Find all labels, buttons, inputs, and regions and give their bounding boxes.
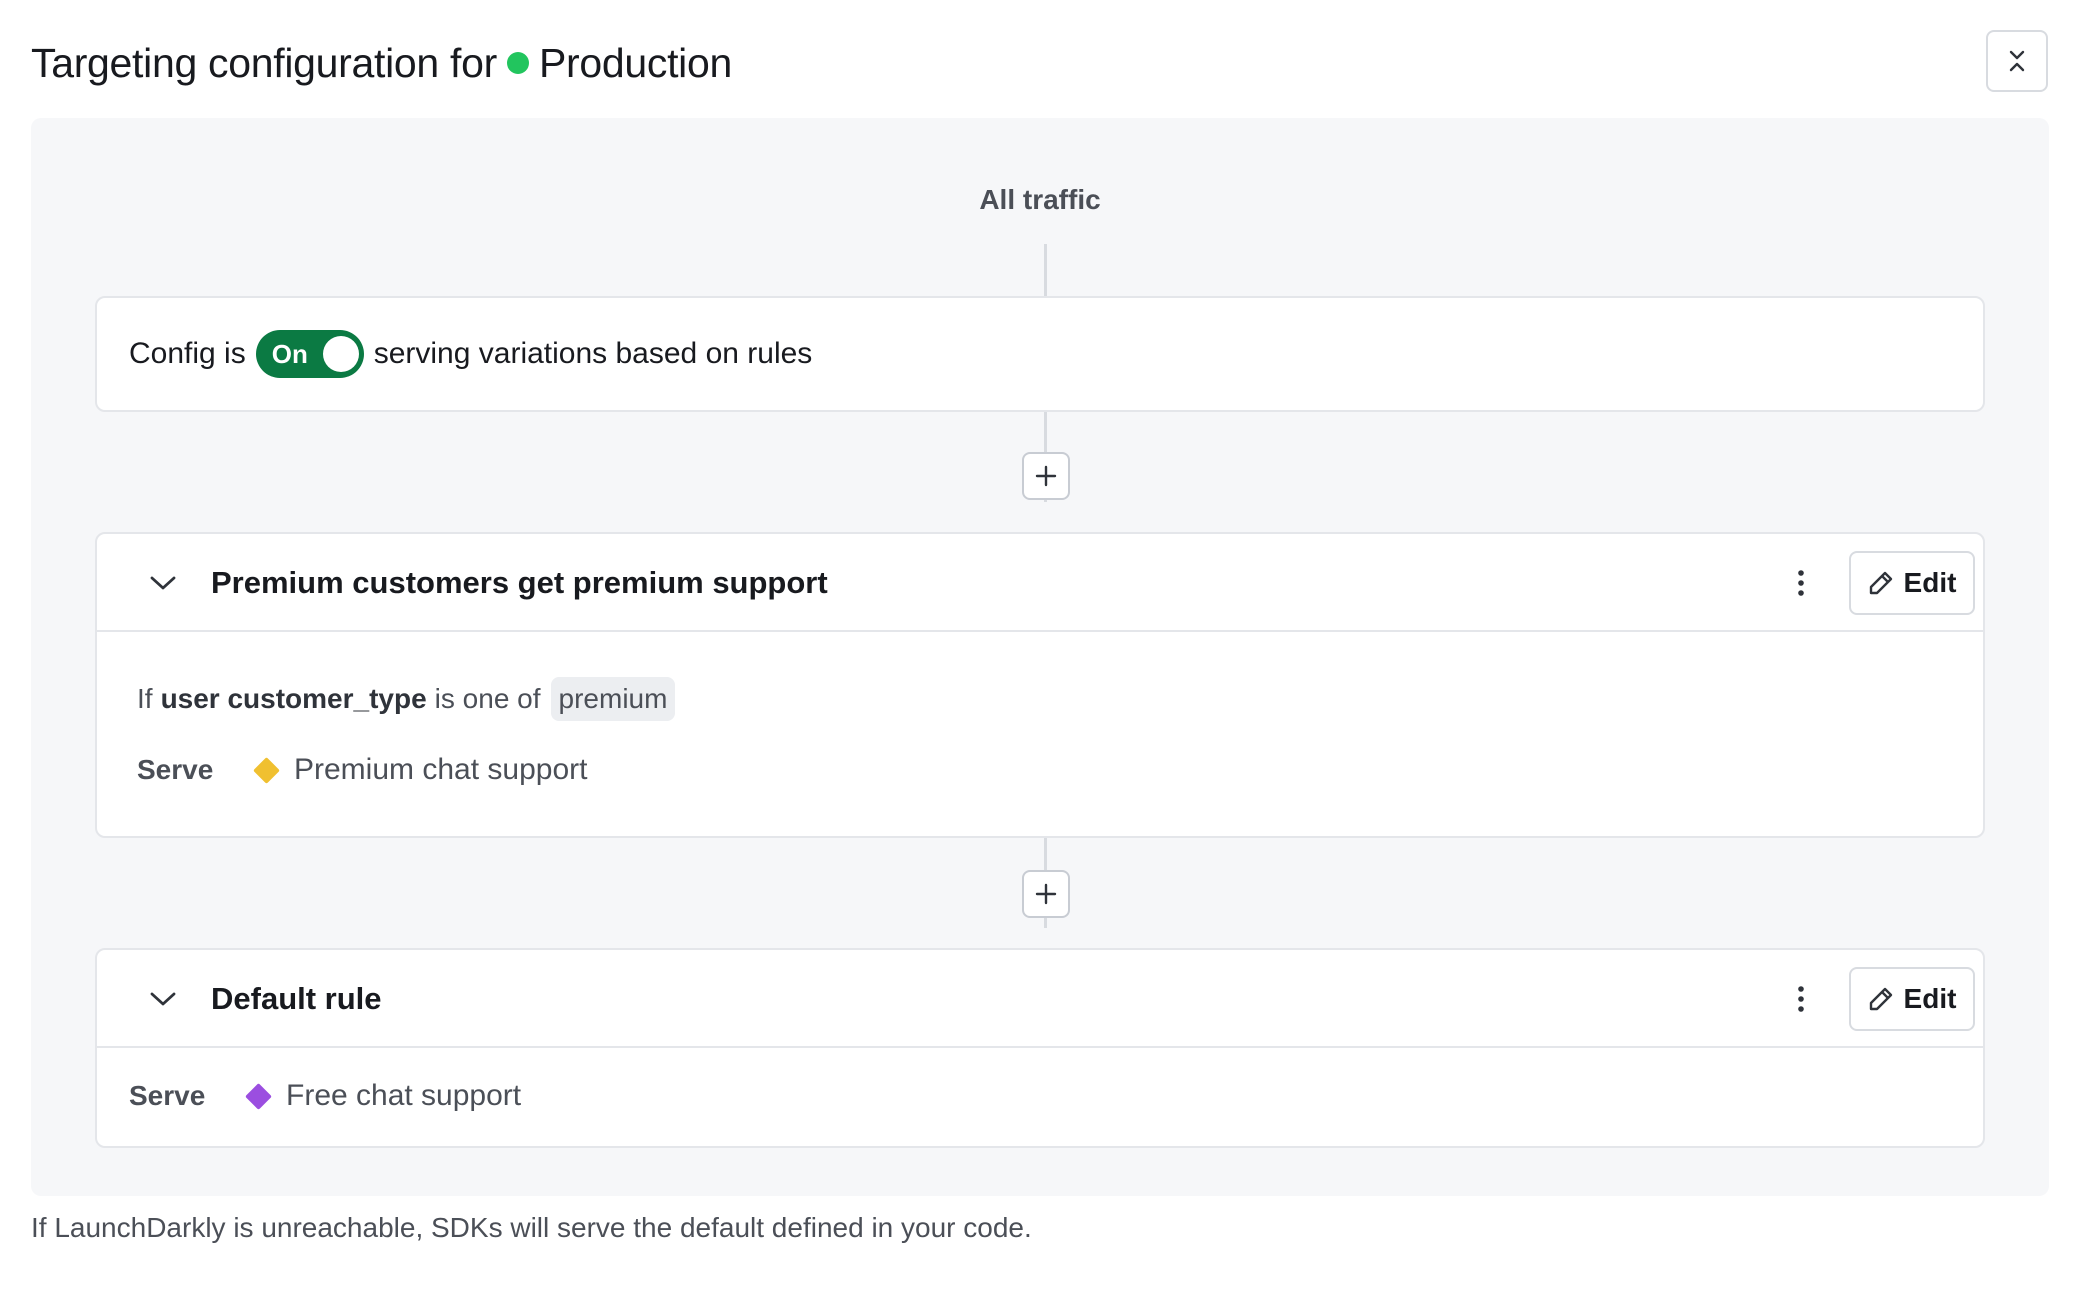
environment-status-dot (506, 52, 529, 74)
config-status-suffix: serving variations based on rules (373, 337, 813, 370)
serve-label: Serve (137, 754, 214, 785)
more-vertical-icon (1798, 570, 1804, 596)
clause-if-label: If (137, 683, 153, 714)
serve-label: Serve (129, 1080, 206, 1111)
variation-diamond-icon (245, 1082, 272, 1110)
config-status-row: Config is On serving variations based on… (129, 298, 812, 410)
default-rule-header: Default rule Edit (97, 950, 1983, 1048)
targeting-page: Targeting configuration for Production A… (0, 0, 2074, 1310)
flow-connector (1044, 244, 1047, 296)
collapse-all-icon (2009, 50, 2025, 72)
plus-icon (1035, 883, 1057, 905)
environment-name: Production (538, 39, 732, 86)
all-traffic-label: All traffic (979, 184, 1101, 215)
rule-edit-button[interactable]: Edit (1849, 551, 1975, 615)
default-rule-collapse-button[interactable] (139, 975, 187, 1023)
add-rule-button[interactable] (1022, 452, 1070, 500)
rule-title: Premium customers get premium support (211, 565, 828, 600)
default-rule-more-options-button[interactable] (1777, 975, 1825, 1023)
variation-name: Premium chat support (294, 753, 588, 786)
collapse-all-button[interactable] (1986, 30, 2048, 92)
fallback-footnote: If LaunchDarkly is unreachable, SDKs wil… (31, 1212, 1032, 1243)
rule-collapse-button[interactable] (139, 559, 187, 607)
default-rule-title: Default rule (211, 981, 382, 1016)
rule-more-options-button[interactable] (1777, 559, 1825, 607)
toggle-label: On (271, 338, 308, 369)
chevron-down-icon (150, 576, 176, 590)
rule-serve-row: Serve Premium chat support (137, 746, 587, 794)
chevron-down-icon (150, 992, 176, 1006)
toggle-knob (322, 336, 359, 372)
default-rule-edit-button[interactable]: Edit (1849, 967, 1975, 1031)
clause-value-chip: premium (550, 677, 676, 721)
more-vertical-icon (1798, 986, 1804, 1012)
rule-clause: If user customer_type is one of premium (137, 674, 676, 724)
edit-button-label: Edit (1903, 567, 1957, 598)
variation-diamond-icon (253, 756, 280, 784)
config-status-prefix: Config is (129, 337, 246, 370)
default-rule-serve-row: Serve Free chat support (129, 1072, 521, 1120)
rule-card: Premium customers get premium support Ed… (95, 532, 1985, 838)
clause-attribute: user customer_type (160, 683, 427, 714)
edit-button-label: Edit (1903, 983, 1957, 1014)
add-rule-button[interactable] (1022, 870, 1070, 918)
page-title-prefix: Targeting configuration for (31, 39, 497, 86)
plus-icon (1035, 465, 1057, 487)
page-title: Targeting configuration for Production (31, 30, 732, 96)
pencil-icon (1869, 987, 1892, 1011)
pencil-icon (1869, 571, 1892, 595)
targeting-flow-panel: All traffic Config is On serving variati… (31, 118, 2049, 1196)
variation-name: Free chat support (286, 1079, 522, 1112)
config-on-toggle[interactable]: On (255, 330, 364, 378)
config-status-card: Config is On serving variations based on… (95, 296, 1985, 412)
rule-header: Premium customers get premium support Ed… (97, 534, 1983, 632)
default-rule-card: Default rule Edit Serve Free chat suppor… (95, 948, 1985, 1148)
clause-operator: is one of (434, 683, 541, 714)
